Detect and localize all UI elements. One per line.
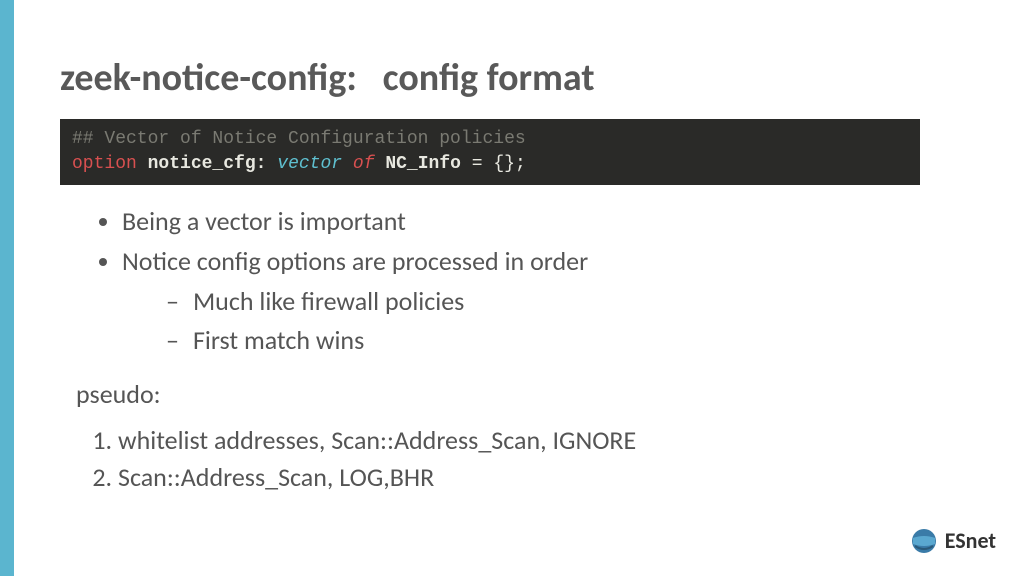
logo: ESnet <box>911 527 996 554</box>
code-keyword-option: option <box>72 154 137 174</box>
slide-content: zeek-notice-config: config format ## Vec… <box>0 0 1024 495</box>
code-type: NC_Info <box>385 154 461 174</box>
slide-title: zeek-notice-config: config format <box>60 55 964 101</box>
code-block: ## Vector of Notice Configuration polici… <box>60 119 920 185</box>
logo-text: ESnet <box>945 527 996 554</box>
numbered-list: whitelist addresses, Scan::Address_Scan,… <box>118 422 964 495</box>
list-item: Being a vector is important <box>122 203 964 241</box>
code-suffix: = {}; <box>461 154 526 174</box>
code-keyword-of: of <box>353 154 375 174</box>
list-item-text: Notice config options are processed in o… <box>122 245 588 277</box>
list-item: First match wins <box>166 322 964 360</box>
code-keyword-vector: vector <box>277 154 342 174</box>
sub-list: Much like firewall policies First match … <box>166 283 964 360</box>
code-ident-name: notice_cfg: <box>148 154 267 174</box>
accent-bar <box>0 0 14 576</box>
logo-icon <box>911 528 937 554</box>
list-item: Scan::Address_Scan, LOG,BHR <box>118 459 964 495</box>
bullet-list: Being a vector is important Notice confi… <box>122 203 964 360</box>
list-item: Notice config options are processed in o… <box>122 243 964 360</box>
code-comment: ## Vector of Notice Configuration polici… <box>72 129 526 149</box>
pseudo-label: pseudo: <box>76 378 964 410</box>
list-item: whitelist addresses, Scan::Address_Scan,… <box>118 422 964 458</box>
list-item: Much like firewall policies <box>166 283 964 321</box>
